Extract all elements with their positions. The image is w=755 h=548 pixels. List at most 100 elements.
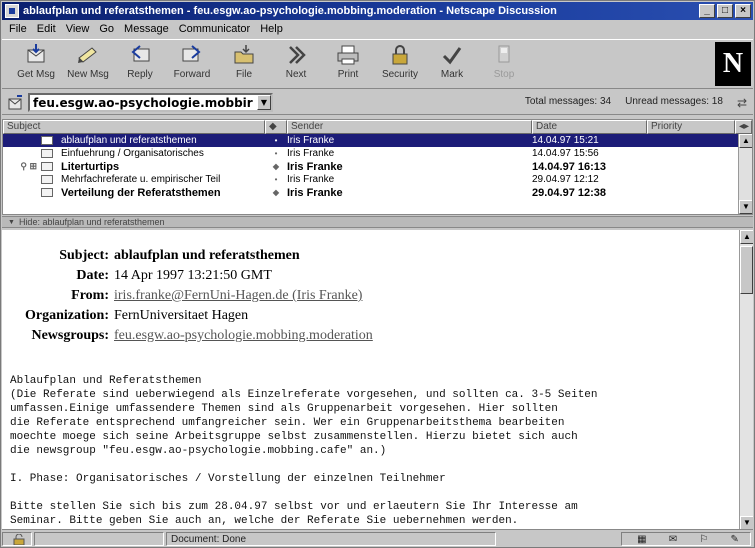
message-scrollbar[interactable]: ▲ ▼ — [739, 230, 753, 529]
scroll-up-icon[interactable]: ▲ — [739, 134, 752, 148]
status-text: Document: Done — [166, 532, 496, 546]
menu-message[interactable]: Message — [119, 23, 174, 35]
thread-toggle-icon[interactable]: ⚲ ⊞ — [3, 161, 37, 172]
new-msg-label: New Msg — [67, 69, 109, 80]
newsgroups-label: Newsgroups: — [31, 328, 109, 343]
table-row[interactable]: Mehrfachreferate u. empirischer Teil • I… — [3, 173, 752, 186]
scroll-up-icon[interactable]: ▲ — [740, 230, 753, 244]
column-subject[interactable]: Subject — [3, 120, 265, 134]
print-button[interactable]: Print — [322, 40, 374, 86]
row-subject: Mehrfachreferate u. empirischer Teil — [61, 174, 221, 185]
menu-edit[interactable]: Edit — [32, 23, 61, 35]
read-dot-icon[interactable]: • — [265, 136, 287, 145]
read-dot-icon[interactable]: • — [265, 149, 287, 158]
message-list: Subject ◆ Sender Date Priority ◂▸ ablauf… — [2, 119, 753, 215]
close-button[interactable]: × — [735, 4, 751, 18]
message-icon — [41, 149, 53, 158]
body-line: Seminar. Bitte geben Sie auch an, welche… — [10, 515, 519, 527]
scroll-thumb[interactable] — [740, 246, 753, 294]
new-msg-icon — [75, 43, 101, 67]
security-button[interactable]: Security — [374, 40, 426, 86]
row-date: 14.04.97 16:13 — [532, 160, 607, 173]
component-bar: ▦ ✉ ⚐ ✎ — [621, 532, 751, 546]
mark-icon — [439, 43, 465, 67]
threads-icon[interactable]: ⇄ — [737, 96, 747, 110]
message-headers: Subject: ablaufplan und referatsthemen D… — [10, 246, 373, 346]
file-button[interactable]: File — [218, 40, 270, 86]
row-date: 29.04.97 12:38 — [532, 186, 607, 199]
message-organization: FernUniversitaet Hagen — [114, 308, 249, 323]
scroll-down-icon[interactable]: ▼ — [740, 516, 753, 529]
print-icon — [335, 43, 361, 67]
forward-label: Forward — [173, 69, 211, 80]
list-scrollbar[interactable]: ▲ ▼ — [738, 134, 752, 214]
menu-communicator[interactable]: Communicator — [174, 23, 256, 35]
discussion-icon[interactable]: ⚐ — [699, 534, 708, 545]
body-line: I. Phase: Organisatorisches / Vorstellun… — [10, 473, 446, 485]
message-icon — [41, 175, 53, 184]
row-date: 14.04.97 15:21 — [532, 135, 599, 146]
column-date[interactable]: Date — [532, 120, 647, 134]
title-bar: ablaufplan und referatsthemen - feu.esgw… — [2, 2, 753, 20]
column-sender[interactable]: Sender — [287, 120, 532, 134]
netscape-discussion-window: ablaufplan und referatsthemen - feu.esgw… — [0, 0, 755, 548]
menu-bar: File Edit View Go Message Communicator H… — [2, 20, 753, 38]
newsgroup-selector[interactable]: feu.esgw.ao-psychologie.mobbir ▼ — [28, 93, 273, 112]
subject-label: Subject: — [59, 248, 109, 263]
column-priority[interactable]: Priority — [647, 120, 735, 134]
unread-dot-icon[interactable]: ◆ — [265, 162, 287, 171]
mail-icon[interactable]: ✉ — [669, 534, 677, 545]
menu-help[interactable]: Help — [255, 23, 288, 35]
hide-message-bar[interactable]: ▼ Hide: ablaufplan und referatsthemen — [2, 216, 753, 228]
newsgroup-icon — [6, 94, 24, 112]
row-subject: ablaufplan und referatsthemen — [61, 135, 197, 146]
message-icon — [41, 136, 53, 145]
body-line: die newsgroup "feu.esgw.ao-psychologie.m… — [10, 445, 387, 457]
body-line: Ablaufplan und Referatsthemen — [10, 375, 202, 387]
get-msg-button[interactable]: Get Msg — [10, 40, 62, 86]
sender-email-link[interactable]: iris.franke@FernUni-Hagen.de (Iris Frank… — [114, 286, 362, 306]
app-icon[interactable] — [5, 4, 19, 18]
body-line: die Referate entsprechend umfangreicher … — [10, 417, 565, 429]
from-label: From: — [71, 288, 109, 303]
table-row[interactable]: ⚲ ⊞ Literturtips ◆ Iris Franke 14.04.97 1… — [3, 160, 752, 173]
mark-button[interactable]: Mark — [426, 40, 478, 86]
new-msg-button[interactable]: New Msg — [62, 40, 114, 86]
read-dot-icon[interactable]: • — [265, 175, 287, 184]
body-line: umfassen.Einige umfassendere Themen sind… — [10, 403, 558, 415]
minimize-button[interactable]: _ — [699, 4, 715, 18]
next-button[interactable]: Next — [270, 40, 322, 86]
navigator-icon[interactable]: ▦ — [637, 534, 646, 545]
row-sender: Iris Franke — [287, 186, 343, 199]
mark-label: Mark — [440, 69, 464, 80]
reply-button[interactable]: Reply — [114, 40, 166, 86]
unread-dot-icon[interactable]: ◆ — [265, 188, 287, 197]
get-msg-label: Get Msg — [17, 69, 55, 80]
forward-button[interactable]: Forward — [166, 40, 218, 86]
progress-bar — [34, 532, 164, 546]
column-unread[interactable]: ◆ — [265, 120, 287, 134]
column-picker[interactable]: ◂▸ — [735, 120, 752, 134]
menu-go[interactable]: Go — [94, 23, 119, 35]
row-date: 29.04.97 12:12 — [532, 174, 599, 185]
stop-button[interactable]: Stop — [478, 40, 530, 86]
security-status-icon[interactable] — [2, 532, 32, 546]
table-row[interactable]: Einfuehrung / Organisatorisches • Iris F… — [3, 147, 752, 160]
collapse-triangle-icon[interactable]: ▼ — [8, 219, 15, 226]
composer-icon[interactable]: ✎ — [730, 534, 738, 545]
menu-view[interactable]: View — [61, 23, 95, 35]
maximize-button[interactable]: □ — [717, 4, 733, 18]
table-row[interactable]: Verteilung der Referatsthemen ◆ Iris Fra… — [3, 186, 752, 199]
row-subject: Verteilung der Referatsthemen — [61, 186, 221, 199]
scroll-down-icon[interactable]: ▼ — [739, 200, 752, 214]
body-line: moechte moege sich seine Arbeitsgruppe s… — [10, 431, 578, 443]
security-icon — [387, 43, 413, 67]
stop-label: Stop — [493, 69, 515, 80]
newsgroups-link[interactable]: feu.esgw.ao-psychologie.mobbing.moderati… — [114, 326, 373, 346]
chevron-down-icon[interactable]: ▼ — [257, 95, 271, 110]
netscape-logo[interactable]: N — [715, 42, 751, 86]
table-row[interactable]: ablaufplan und referatsthemen • Iris Fra… — [3, 134, 752, 147]
row-date: 14.04.97 15:56 — [532, 148, 599, 159]
menu-file[interactable]: File — [4, 23, 32, 35]
message-subject: ablaufplan und referatsthemen — [114, 248, 300, 263]
